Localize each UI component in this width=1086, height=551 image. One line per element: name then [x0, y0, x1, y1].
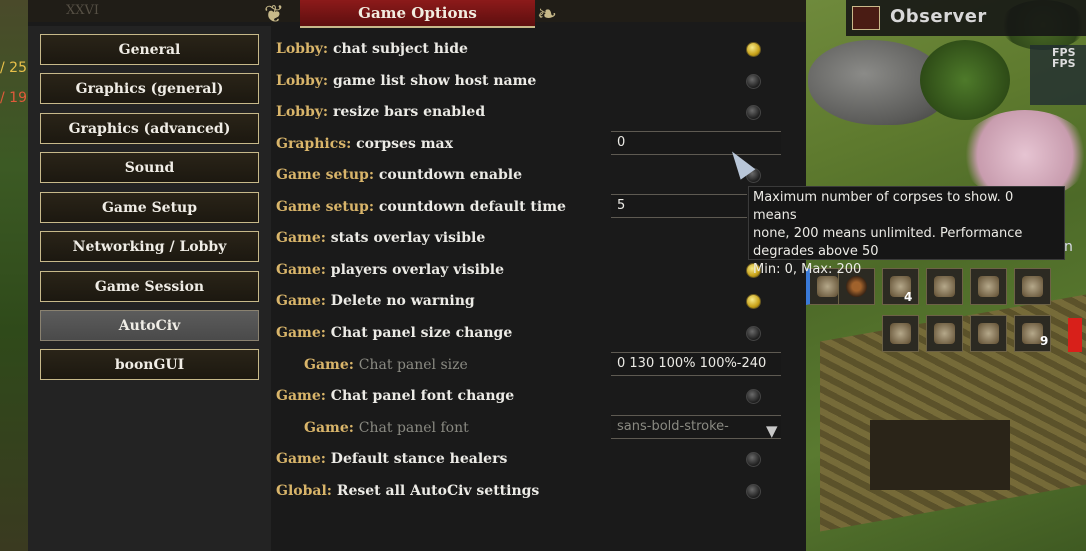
building-shadow [870, 420, 1010, 490]
sidebar-item-game-session[interactable]: Game Session [40, 271, 259, 302]
radio-unchecked-icon[interactable] [746, 326, 761, 341]
option-row: Lobby: resize bars enabled [276, 104, 486, 120]
option-row: Game: Chat panel size change [276, 325, 513, 341]
option-row: Game: Chat panel font change [276, 388, 515, 404]
tooltip-line: Min: 0, Max: 200 [753, 262, 862, 277]
option-row: Game setup: countdown enable [276, 167, 522, 183]
unit-count-badge: 4 [904, 290, 913, 304]
tooltip: Maximum number of corpses to show. 0 mea… [748, 186, 1065, 277]
sidebar-item-sound[interactable]: Sound [40, 152, 259, 183]
population-count: / 19 [0, 90, 27, 106]
game-scene-left [0, 0, 30, 551]
radio-unchecked-icon[interactable] [746, 484, 761, 499]
tooltip-line: degrades above 50 [753, 244, 879, 259]
health-bar [1068, 318, 1082, 352]
option-row: Lobby: chat subject hide [276, 41, 468, 57]
side-hud-letter: n [1064, 239, 1073, 255]
building-icon[interactable] [970, 315, 1007, 352]
dialog-title: Game Options [300, 0, 535, 28]
sidebar-item-general[interactable]: General [40, 34, 259, 65]
tree [920, 40, 1010, 120]
chevron-down-icon[interactable]: ▼ [766, 422, 778, 440]
radio-unchecked-icon[interactable] [746, 74, 761, 89]
sidebar-item-networking-lobby[interactable]: Networking / Lobby [40, 231, 259, 262]
fps-label: FPS FPS [1052, 46, 1076, 70]
dialog-top-strip [535, 0, 806, 22]
faded-header-text: XXVI [66, 3, 100, 18]
radio-unchecked-icon[interactable] [746, 105, 761, 120]
radio-checked-icon[interactable] [746, 294, 761, 309]
option-row: Game: Delete no warning [276, 293, 475, 309]
option-row: Lobby: game list show host name [276, 73, 537, 89]
sidebar-item-graphics-general[interactable]: Graphics (general) [40, 73, 259, 104]
observer-label: Observer [890, 6, 987, 27]
option-row: Global: Reset all AutoCiv settings [276, 483, 540, 499]
scroll-ornament-icon: ❧ [537, 0, 558, 28]
option-row-sub: Game: Chat panel font [304, 420, 469, 436]
scroll-ornament-icon: ❦ [264, 0, 285, 28]
unit-count-badge: 9 [1040, 334, 1049, 348]
countdown-time-input[interactable]: 5 [611, 194, 747, 218]
sidebar-item-boongui[interactable]: boonGUI [40, 349, 259, 380]
option-row-sub: Game: Chat panel size [304, 357, 468, 373]
crossed-spears-icon[interactable] [926, 315, 963, 352]
option-row: Game: players overlay visible [276, 262, 504, 278]
option-row: Graphics: corpses max [276, 136, 453, 152]
tooltip-line: none, 200 means unlimited. Performance [753, 226, 1023, 241]
sidebar-item-graphics-advanced[interactable]: Graphics (advanced) [40, 113, 259, 144]
radio-checked-icon[interactable] [746, 42, 761, 57]
sidebar-item-autociv[interactable]: AutoCiv [40, 310, 259, 341]
option-row: Game: Default stance healers [276, 451, 508, 467]
option-row: Game: stats overlay visible [276, 230, 486, 246]
hammer-icon[interactable] [882, 315, 919, 352]
corpses-max-input[interactable]: 0 [611, 131, 781, 155]
radio-unchecked-icon[interactable] [746, 389, 761, 404]
flag-icon [852, 6, 880, 30]
chat-panel-font-dropdown[interactable]: sans-bold-stroke- [611, 415, 781, 439]
resource-count: / 25 [0, 60, 27, 76]
radio-unchecked-icon[interactable] [746, 452, 761, 467]
tooltip-line: Maximum number of corpses to show. 0 mea… [753, 190, 1014, 223]
option-row: Game setup: countdown default time [276, 199, 566, 215]
sidebar-item-game-setup[interactable]: Game Setup [40, 192, 259, 223]
chat-panel-size-input[interactable]: 0 130 100% 100%-240 [611, 352, 781, 376]
